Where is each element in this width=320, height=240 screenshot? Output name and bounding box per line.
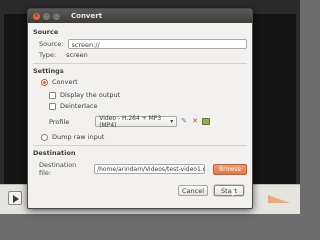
type-row: Type: screen bbox=[39, 51, 247, 59]
profile-value: Video - H.264 + MP3 (MP4) bbox=[99, 114, 162, 129]
mouse-cursor bbox=[232, 188, 236, 196]
display-output-option[interactable]: Display the output bbox=[49, 91, 247, 99]
add-profile-icon[interactable] bbox=[202, 118, 211, 125]
maximize-icon[interactable]: □ bbox=[53, 12, 60, 20]
dump-raw-option[interactable]: Dump raw input bbox=[41, 133, 247, 141]
source-heading: Source bbox=[33, 28, 59, 36]
separator bbox=[33, 63, 247, 64]
separator bbox=[33, 145, 247, 146]
convert-radio[interactable] bbox=[41, 78, 48, 86]
source-input[interactable]: screen:// bbox=[67, 39, 247, 49]
wrench-icon[interactable]: ✎ bbox=[180, 118, 188, 126]
deinterlace-checkbox[interactable] bbox=[49, 102, 56, 110]
type-value: screen bbox=[66, 51, 88, 59]
minimize-icon[interactable]: – bbox=[43, 12, 50, 20]
display-output-label: Display the output bbox=[60, 91, 121, 99]
profile-row: Profile Video - H.264 + MP3 (MP4) ▾ ✎ ✕ bbox=[49, 114, 247, 129]
browse-button[interactable]: Browse bbox=[213, 163, 247, 175]
profile-select[interactable]: Video - H.264 + MP3 (MP4) ▾ bbox=[95, 114, 178, 129]
settings-heading: Settings bbox=[33, 67, 64, 75]
convert-label: Convert bbox=[52, 78, 78, 86]
start-button[interactable]: Start bbox=[214, 185, 244, 196]
dialog-titlebar: × – □ Convert bbox=[28, 9, 252, 23]
destination-file-label: Destination file: bbox=[39, 161, 77, 177]
destination-heading: Destination bbox=[33, 149, 76, 157]
source-row: Source: screen:// bbox=[39, 39, 247, 49]
close-icon[interactable]: × bbox=[33, 12, 40, 20]
display-output-checkbox[interactable] bbox=[49, 91, 56, 99]
dialog-title: Convert bbox=[71, 12, 103, 20]
dropdown-arrow-icon: ▾ bbox=[170, 118, 174, 125]
convert-dialog: × – □ Convert Source Source: screen:// T… bbox=[27, 8, 253, 209]
play-button[interactable] bbox=[8, 191, 22, 205]
destination-row: Destination file: /home/arindam/Videos/t… bbox=[39, 161, 247, 177]
dump-raw-radio[interactable] bbox=[41, 133, 48, 141]
profile-label: Profile bbox=[49, 117, 70, 126]
destination-file-input[interactable]: /home/arindam/Videos/test-video1.mp4 bbox=[94, 164, 206, 174]
deinterlace-label: Deinterlace bbox=[60, 102, 98, 110]
type-label: Type: bbox=[39, 51, 57, 59]
volume-icon[interactable] bbox=[268, 195, 290, 203]
cancel-button[interactable]: Cancel bbox=[178, 185, 208, 196]
dump-raw-label: Dump raw input bbox=[52, 133, 105, 141]
convert-option[interactable]: Convert bbox=[41, 78, 247, 86]
delete-icon[interactable]: ✕ bbox=[191, 118, 199, 126]
source-label: Source: bbox=[39, 40, 64, 48]
play-icon bbox=[13, 195, 19, 203]
deinterlace-option[interactable]: Deinterlace bbox=[49, 102, 247, 110]
dialog-content: Source Source: screen:// Type: screen Se… bbox=[28, 23, 252, 177]
